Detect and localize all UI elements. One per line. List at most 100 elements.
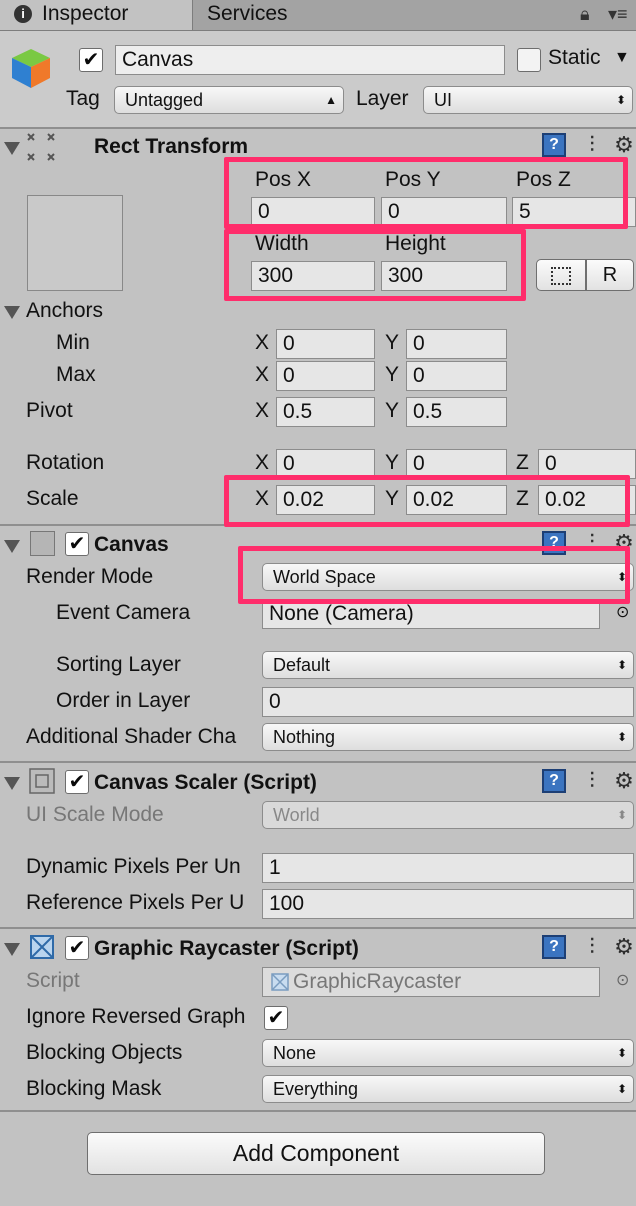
highlight-position — [224, 157, 628, 229]
rotation-label: Rotation — [26, 451, 105, 474]
render-mode-label: Render Mode — [26, 565, 154, 588]
additional-shader-dropdown[interactable]: Nothing ⬍ — [262, 723, 634, 751]
canvas-scaler-enabled-checkbox[interactable]: ✔ — [65, 770, 89, 794]
x-label: X — [255, 331, 270, 354]
separator — [0, 761, 636, 763]
layer-dropdown[interactable]: UI ⬍ — [423, 86, 633, 114]
canvas-scaler-foldout-icon[interactable] — [4, 777, 20, 790]
add-component-button[interactable]: Add Component — [87, 1132, 545, 1175]
additional-shader-value: Nothing — [273, 727, 336, 747]
script-icon — [271, 973, 289, 991]
help-icon[interactable]: ? — [542, 133, 566, 157]
script-value: GraphicRaycaster — [293, 970, 462, 993]
blueprint-mode-button[interactable] — [536, 259, 586, 291]
separator — [0, 927, 636, 929]
blocking-mask-dropdown[interactable]: Everything ⬍ — [262, 1075, 634, 1103]
canvas-component-icon — [30, 531, 55, 556]
active-checkbox[interactable]: ✔ — [79, 48, 103, 72]
gameobject-cube-icon — [12, 49, 50, 88]
help-icon[interactable]: ? — [542, 935, 566, 959]
object-name-field[interactable]: Canvas — [115, 45, 505, 75]
anchor-min-y-field[interactable]: 0 — [406, 329, 507, 359]
anchor-min-x-field[interactable]: 0 — [276, 329, 375, 359]
ignore-reversed-checkbox[interactable]: ✔ — [264, 1006, 288, 1030]
x-label: X — [255, 451, 270, 474]
info-icon: i — [14, 5, 32, 23]
order-in-layer-field[interactable]: 0 — [262, 687, 634, 717]
graphic-raycaster-foldout-icon[interactable] — [4, 943, 20, 956]
graphic-raycaster-enabled-checkbox[interactable]: ✔ — [65, 936, 89, 960]
highlight-scale — [224, 475, 630, 527]
separator — [0, 127, 636, 129]
tab-inspector[interactable]: i Inspector — [0, 0, 193, 30]
y-label: Y — [385, 331, 400, 354]
ui-scale-mode-value: World — [273, 805, 320, 825]
tag-dropdown[interactable]: Untagged ▲ — [114, 86, 344, 114]
object-header: ✔ Canvas Static ▼ Tag Untagged ▲ Layer UI… — [0, 31, 636, 127]
sorting-layer-label: Sorting Layer — [56, 653, 181, 676]
ignore-reversed-label: Ignore Reversed Graph — [26, 1005, 246, 1028]
x-label: X — [255, 363, 270, 386]
raw-edit-button[interactable]: R — [586, 259, 634, 291]
pivot-x-field[interactable]: 0.5 — [276, 397, 375, 427]
blocking-objects-label: Blocking Objects — [26, 1041, 183, 1064]
ui-scale-mode-label: UI Scale Mode — [26, 803, 164, 826]
dropdown-arrow-icon: ▲ — [325, 93, 337, 107]
canvas-scaler-icon — [29, 768, 55, 794]
gear-icon[interactable]: ⚙ — [612, 769, 636, 793]
pivot-label: Pivot — [26, 399, 73, 422]
anchor-max-y-field[interactable]: 0 — [406, 361, 507, 391]
canvas-foldout-icon[interactable] — [4, 540, 20, 553]
dropdown-arrow-icon: ⬍ — [615, 93, 626, 107]
anchor-presets-box[interactable] — [27, 195, 123, 291]
preset-sliders-icon[interactable]: ⫶ — [580, 935, 604, 959]
anchors-label: Anchors — [26, 299, 104, 322]
highlight-render-mode — [238, 546, 630, 604]
tab-bar: i Inspector Services 🔒︎ ▾≡ — [0, 0, 636, 31]
additional-shader-label: Additional Shader Cha — [26, 725, 237, 748]
preset-sliders-icon[interactable]: ⫶ — [580, 769, 604, 793]
canvas-scaler-title: Canvas Scaler (Script) — [94, 771, 317, 794]
sorting-layer-dropdown[interactable]: Default ⬍ — [262, 651, 634, 679]
tab-menu-icon[interactable]: ▾≡ — [608, 4, 628, 25]
highlight-size — [224, 229, 526, 301]
pivot-y-field[interactable]: 0.5 — [406, 397, 507, 427]
anchor-max-x-field[interactable]: 0 — [276, 361, 375, 391]
rect-transform-icon — [27, 133, 55, 161]
dropdown-arrow-icon: ⬍ — [616, 808, 627, 822]
ui-scale-mode-dropdown: World ⬍ — [262, 801, 634, 829]
x-label: X — [255, 399, 270, 422]
tab-services[interactable]: Services — [193, 0, 393, 30]
dropdown-arrow-icon: ⬍ — [616, 1082, 627, 1096]
rect-transform-foldout-icon[interactable] — [4, 142, 20, 155]
static-dropdown-icon[interactable]: ▼ — [614, 49, 630, 67]
y-label: Y — [385, 363, 400, 386]
sorting-layer-value: Default — [273, 655, 331, 675]
reference-pixels-field[interactable]: 100 — [262, 889, 634, 919]
blocking-objects-dropdown[interactable]: None ⬍ — [262, 1039, 634, 1067]
anchors-foldout-icon[interactable] — [4, 306, 20, 319]
gear-icon[interactable]: ⚙ — [612, 935, 636, 959]
event-camera-label: Event Camera — [56, 601, 191, 624]
dropdown-arrow-icon: ⬍ — [616, 658, 627, 672]
canvas-enabled-checkbox[interactable]: ✔ — [65, 532, 89, 556]
gear-icon[interactable]: ⚙ — [612, 133, 636, 157]
tab-services-label: Services — [207, 2, 288, 25]
y-label: Y — [385, 399, 400, 422]
blocking-objects-value: None — [273, 1043, 317, 1063]
blocking-mask-label: Blocking Mask — [26, 1077, 162, 1100]
layer-value: UI — [434, 90, 452, 110]
help-icon[interactable]: ? — [542, 769, 566, 793]
anchor-max-label: Max — [56, 363, 96, 386]
object-picker-icon[interactable]: ⊙ — [616, 602, 629, 622]
dynamic-pixels-field[interactable]: 1 — [262, 853, 634, 883]
preset-sliders-icon[interactable]: ⫶ — [580, 133, 604, 157]
static-label: Static — [548, 46, 601, 69]
scale-label: Scale — [26, 487, 79, 510]
blocking-mask-value: Everything — [273, 1079, 359, 1099]
rect-transform-title: Rect Transform — [94, 135, 249, 158]
blueprint-icon — [551, 267, 571, 285]
lock-icon[interactable]: 🔒︎ — [580, 4, 590, 25]
static-checkbox[interactable] — [517, 48, 541, 72]
script-field: GraphicRaycaster — [262, 967, 600, 997]
